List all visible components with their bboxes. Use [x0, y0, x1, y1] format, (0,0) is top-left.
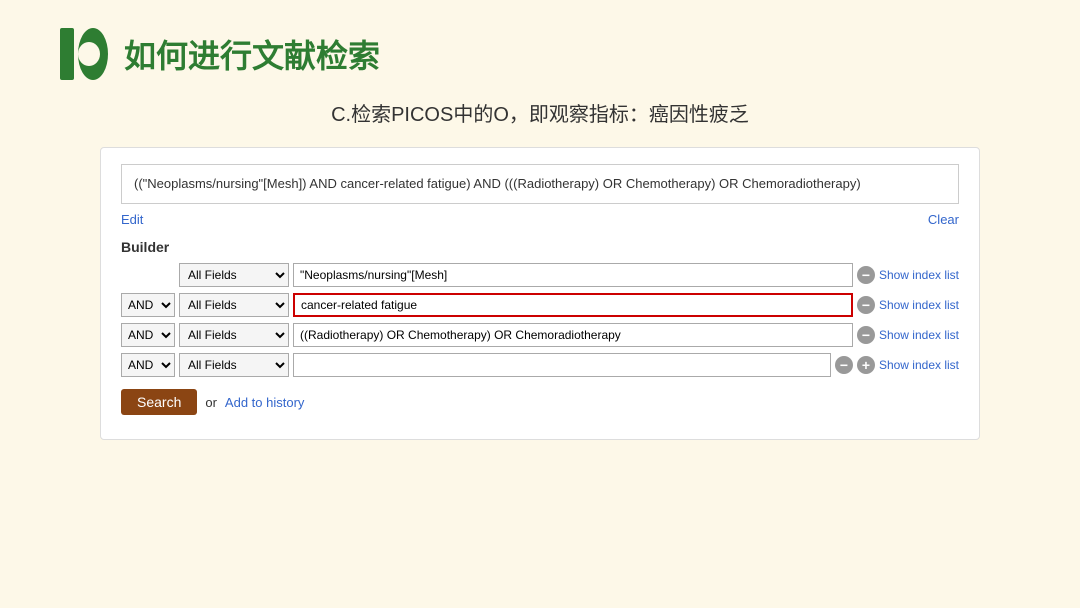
remove-row-button[interactable]: − [835, 356, 853, 374]
subtitle: C.检索PICOS中的O，即观察指标：癌因性疲乏 [0, 98, 1080, 127]
show-index-link[interactable]: Show index list [879, 268, 959, 282]
builder-row: All FieldsTitleAbstractMeSH Terms −Show i… [121, 263, 959, 287]
show-index-link[interactable]: Show index list [879, 298, 959, 312]
field-select[interactable]: All FieldsTitleAbstractMeSH Terms [179, 323, 289, 347]
builder-row: ANDORNOTAll FieldsTitleAbstractMeSH Term… [121, 293, 959, 317]
query-actions: Edit Clear [121, 212, 959, 227]
page-title: 如何进行文献检索 [124, 31, 380, 77]
header: 如何进行文献检索 [0, 0, 1080, 90]
clear-link[interactable]: Clear [928, 212, 959, 227]
field-select[interactable]: All FieldsTitleAbstractMeSH Terms [179, 293, 289, 317]
operator-select[interactable]: ANDORNOT [121, 353, 175, 377]
show-index-link[interactable]: Show index list [879, 328, 959, 342]
term-input[interactable] [293, 263, 853, 287]
add-row-button[interactable]: + [857, 356, 875, 374]
remove-row-button[interactable]: − [857, 296, 875, 314]
operator-select[interactable]: ANDORNOT [121, 293, 175, 317]
builder-label: Builder [121, 239, 959, 255]
remove-row-button[interactable]: − [857, 326, 875, 344]
field-select[interactable]: All FieldsTitleAbstractMeSH Terms [179, 353, 289, 377]
query-display: (("Neoplasms/nursing"[Mesh]) AND cancer-… [121, 164, 959, 204]
builder-rows: All FieldsTitleAbstractMeSH Terms−Show i… [121, 263, 959, 377]
field-select[interactable]: All FieldsTitleAbstractMeSH Terms [179, 263, 289, 287]
logo-icon [60, 28, 108, 80]
term-input[interactable] [293, 293, 853, 317]
or-text: or [205, 395, 217, 410]
show-index-link[interactable]: Show index list [879, 358, 959, 372]
operator-select[interactable]: ANDORNOT [121, 323, 175, 347]
edit-link[interactable]: Edit [121, 212, 143, 227]
main-panel: (("Neoplasms/nursing"[Mesh]) AND cancer-… [100, 147, 980, 440]
term-input[interactable] [293, 353, 831, 377]
builder-row: ANDORNOTAll FieldsTitleAbstractMeSH Term… [121, 353, 959, 377]
add-to-history-link[interactable]: Add to history [225, 395, 305, 410]
term-input[interactable] [293, 323, 853, 347]
search-button[interactable]: Search [121, 389, 197, 415]
bottom-actions: Search or Add to history [121, 389, 959, 415]
builder-row: ANDORNOTAll FieldsTitleAbstractMeSH Term… [121, 323, 959, 347]
remove-row-button[interactable]: − [857, 266, 875, 284]
